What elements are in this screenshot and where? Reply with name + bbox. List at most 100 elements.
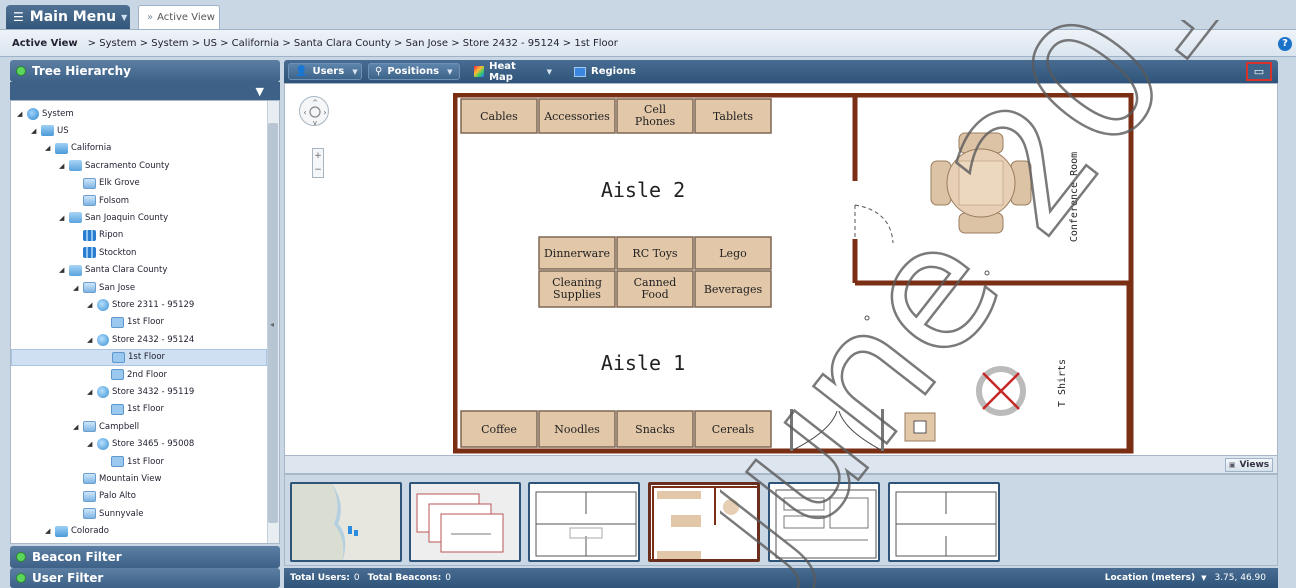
shelf[interactable]: RC Toys (616, 236, 694, 270)
tree-item[interactable]: ◢ San Jose (11, 279, 135, 296)
tree-item[interactable]: Folsom (11, 192, 129, 209)
tree-item[interactable]: 1st Floor (11, 314, 164, 331)
expand-toggle-icon[interactable]: ◢ (45, 144, 53, 152)
thumbnail-map[interactable] (290, 482, 402, 562)
tree-item[interactable]: ◢ US (11, 122, 69, 139)
tree-item[interactable]: ◢ California (11, 140, 111, 157)
breadcrumb-path[interactable]: > System > System > US > California > Sa… (88, 38, 618, 49)
shelf-label: Dinnerware (544, 247, 610, 260)
store-icon (97, 333, 109, 346)
splitter-handle[interactable]: ◂ (270, 320, 278, 334)
tree-item[interactable]: 1st Floor (11, 348, 267, 366)
folder-icon (55, 142, 68, 154)
tree-item[interactable]: 2nd Floor (11, 366, 167, 383)
shelf[interactable]: Noodles (538, 410, 616, 448)
floor-plan[interactable]: Cables Accessories Cell Phones Tablets Dinner… (453, 93, 1135, 455)
shelf[interactable]: Cereals (694, 410, 772, 448)
shelf[interactable]: Cables (460, 98, 538, 134)
tree-item[interactable]: Ripon (11, 227, 123, 244)
filter-icon[interactable]: ▼ (256, 85, 264, 98)
tree-item[interactable]: ◢ Colorado (11, 523, 109, 540)
expand-toggle-icon[interactable]: ◢ (73, 423, 81, 431)
expand-toggle-icon[interactable]: ◢ (87, 388, 95, 396)
grid-icon (83, 229, 96, 241)
expand-toggle-icon[interactable]: ◢ (87, 301, 95, 309)
tree-item-label: Store 3432 - 95119 (112, 386, 195, 397)
total-beacons-label: Total Beacons: (367, 573, 442, 583)
users-button[interactable]: 👤 Users ▼ (288, 63, 362, 80)
thumbnail-floor-plan-2[interactable] (768, 482, 880, 562)
tree-item[interactable]: ◢ San Joaquin County (11, 209, 168, 226)
shelf[interactable]: Cell Phones (616, 98, 694, 134)
expand-toggle-icon[interactable]: ◢ (31, 127, 39, 135)
city-icon (83, 508, 96, 520)
expand-toggle-icon[interactable]: ◢ (45, 527, 53, 535)
shelf[interactable]: Tablets (694, 98, 772, 134)
shelf[interactable]: Canned Food (616, 270, 694, 308)
tree-item[interactable]: ◢ System (11, 105, 74, 122)
globe-icon (27, 107, 39, 120)
tree-item[interactable]: Palo Alto (11, 488, 136, 505)
expand-toggle-icon[interactable]: ◢ (73, 284, 81, 292)
pan-control[interactable]: ^ v ‹ › (299, 96, 329, 127)
tree-item[interactable]: ◢ Sacramento County (11, 157, 169, 174)
shelf[interactable]: Coffee (460, 410, 538, 448)
tree-item[interactable]: ◢ Store 2432 - 95124 (11, 331, 194, 348)
zoom-control[interactable]: + − (312, 148, 324, 178)
panel-status-icon (16, 66, 26, 76)
breadcrumb-label: Active View (12, 37, 78, 49)
map-canvas[interactable]: ^ v ‹ › + − Cables Accessories Cell Phon… (284, 83, 1278, 456)
expand-toggle-icon[interactable]: ◢ (17, 110, 25, 118)
user-filter-header[interactable]: User Filter (10, 568, 280, 588)
tree-item-label: 1st Floor (127, 317, 165, 328)
thumbnail-floor-1[interactable] (528, 482, 640, 562)
tree-item[interactable]: ◢ Store 3432 - 95119 (11, 383, 194, 400)
thumbnail-floor-2[interactable] (888, 482, 1000, 562)
shelf[interactable]: Beverages (694, 270, 772, 308)
tree-item[interactable]: ◢ Campbell (11, 418, 139, 435)
regions-button[interactable]: Regions (568, 63, 648, 80)
heatmap-button[interactable]: Heat Map ▼ (468, 60, 558, 83)
expand-toggle-icon[interactable]: ◢ (87, 440, 95, 448)
expand-toggle-icon[interactable]: ◢ (59, 214, 67, 222)
tree-item[interactable]: ◢ Store 2311 - 95129 (11, 296, 194, 313)
main-menu-button[interactable]: ☰ Main Menu ▼ (6, 5, 130, 29)
views-icon: ▣ (1228, 461, 1236, 469)
tree-item[interactable]: Mountain View (11, 470, 161, 487)
positions-button[interactable]: ⚲ Positions ▼ (368, 63, 460, 80)
tree-hierarchy-header[interactable]: Tree Hierarchy (10, 60, 280, 82)
county-icon (69, 212, 82, 224)
tree-item[interactable]: Sunnyvale (11, 505, 143, 522)
location-readout[interactable]: Location (meters) ▼ 3.75, 46.90 (1105, 568, 1266, 588)
tab-active-view[interactable]: » Active View (138, 5, 220, 29)
shelf[interactable]: Lego (694, 236, 772, 270)
floor-icon (111, 403, 124, 415)
heatmap-label: Heat Map (489, 60, 516, 83)
expand-toggle-icon[interactable]: ◢ (87, 336, 95, 344)
zoom-in-icon[interactable]: + (313, 149, 323, 163)
views-button[interactable]: ▣ Views (1225, 458, 1273, 472)
aisle-1-label: Aisle 1 (601, 351, 685, 375)
thumbnail-floor-stack[interactable] (409, 482, 521, 562)
thumbnail-floor-current[interactable] (648, 482, 760, 562)
shelf[interactable]: Accessories (538, 98, 616, 134)
zoom-out-icon[interactable]: − (313, 163, 323, 177)
tree-item[interactable]: Stockton (11, 244, 136, 261)
tree-item[interactable]: ◢ Santa Clara County (11, 262, 167, 279)
tree-item[interactable]: Elk Grove (11, 175, 140, 192)
expand-toggle-icon[interactable]: ◢ (59, 266, 67, 274)
shelf[interactable]: Snacks (616, 410, 694, 448)
monitor-icon[interactable]: ▭ (1246, 62, 1272, 81)
shelf-label: Accessories (543, 110, 610, 123)
breadcrumb: Active View > System > System > US > Cal… (0, 29, 1296, 57)
tree-item[interactable]: 1st Floor (11, 453, 164, 470)
shelf-label: RC Toys (632, 247, 678, 260)
help-icon[interactable]: ? (1278, 37, 1292, 51)
beacon-filter-header[interactable]: Beacon Filter (10, 546, 280, 568)
tree-hierarchy: ◢ System ◢ US ◢ California ◢ Sacramento County E… (10, 100, 280, 544)
expand-toggle-icon[interactable]: ◢ (59, 162, 67, 170)
tree-item[interactable]: 1st Floor (11, 401, 164, 418)
shelf[interactable]: Cleaning Supplies (538, 270, 616, 308)
tree-item[interactable]: ◢ Store 3465 - 95008 (11, 436, 194, 453)
shelf[interactable]: Dinnerware (538, 236, 616, 270)
